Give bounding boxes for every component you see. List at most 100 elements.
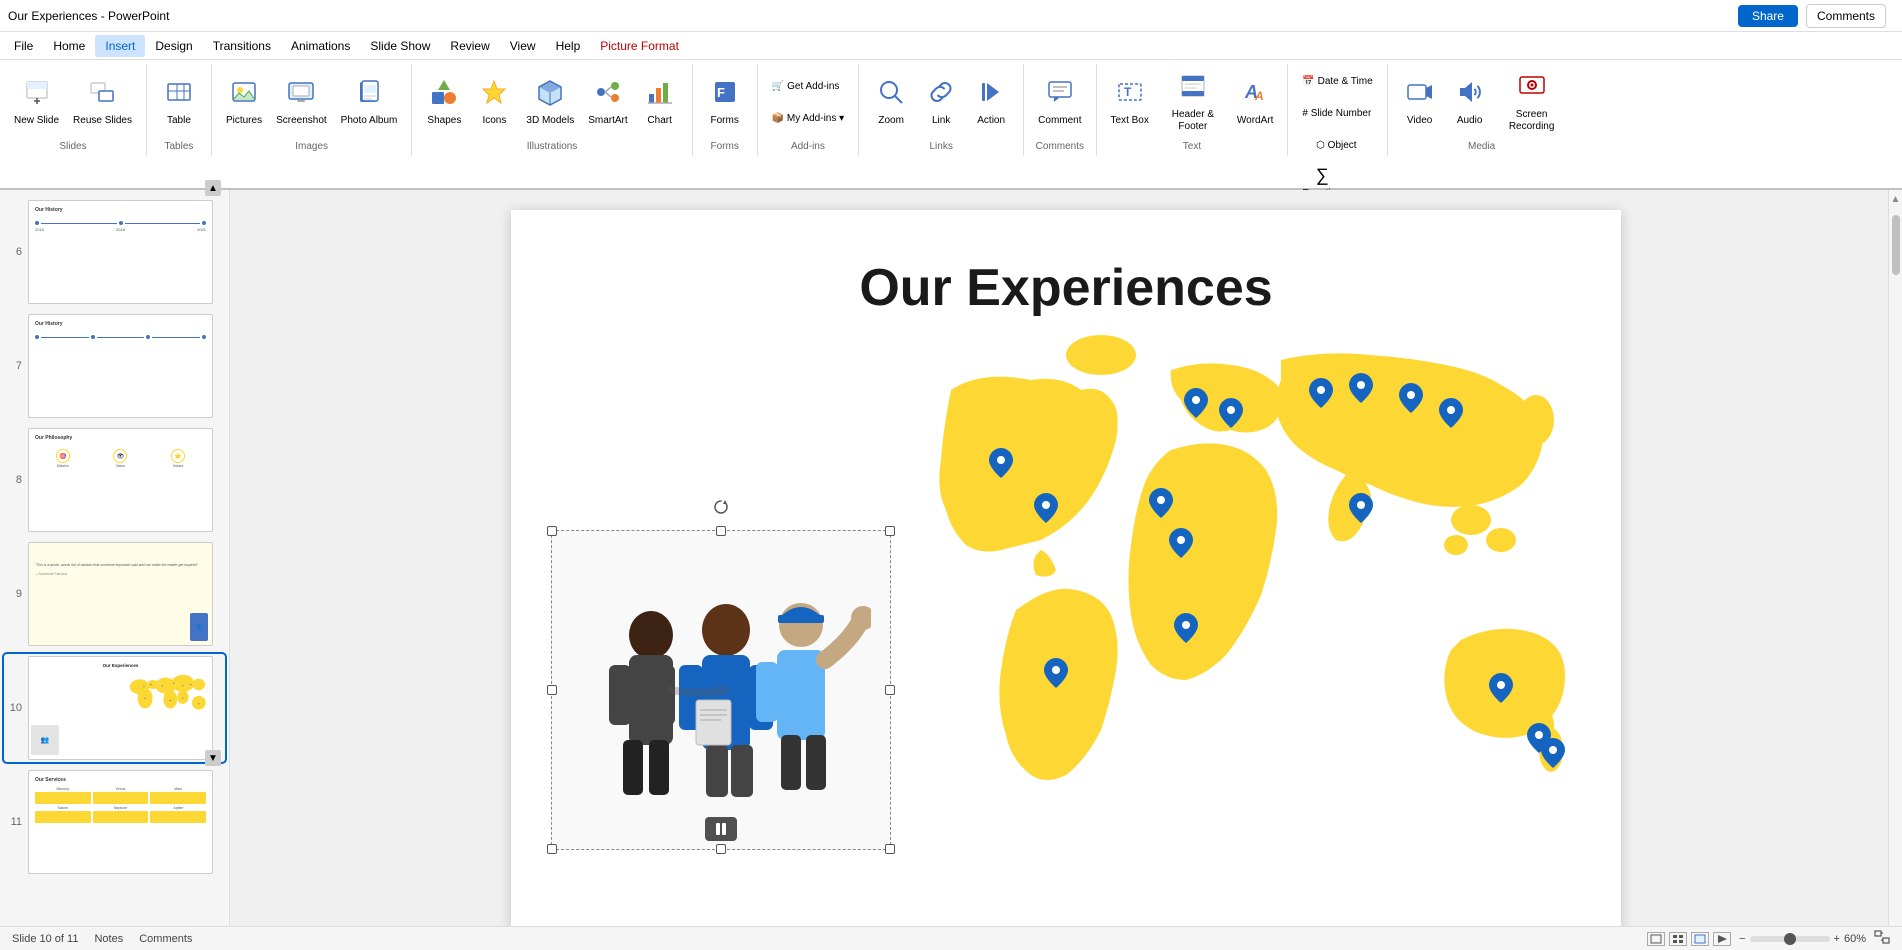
handle-br[interactable] bbox=[885, 844, 895, 854]
ribbon-group-comments-label: Comments bbox=[1032, 141, 1087, 154]
image-element[interactable] bbox=[551, 530, 891, 850]
scroll-up-arrow[interactable]: ▲ bbox=[1891, 194, 1901, 205]
slide-sorter-button[interactable] bbox=[1669, 932, 1687, 946]
get-addins-button[interactable]: 🛒 Get Add-ins bbox=[766, 72, 846, 102]
wordart-button[interactable]: AA WordArt bbox=[1231, 67, 1280, 139]
new-slide-button[interactable]: New Slide bbox=[8, 67, 65, 139]
fit-slide-button[interactable] bbox=[1874, 930, 1890, 947]
rotate-handle[interactable] bbox=[713, 499, 729, 515]
scroll-thumb[interactable] bbox=[1892, 215, 1900, 275]
slide-panel-scroll-down[interactable]: ▼ bbox=[205, 750, 221, 766]
forms-button[interactable]: F Forms bbox=[701, 67, 749, 139]
notes-button[interactable]: Notes bbox=[94, 933, 123, 945]
handle-tm[interactable] bbox=[716, 526, 726, 536]
slide-thumb-7[interactable]: 7 Our History bbox=[4, 312, 225, 420]
reuse-slides-label: Reuse Slides bbox=[73, 115, 132, 127]
table-icon bbox=[165, 78, 193, 111]
handle-tl[interactable] bbox=[547, 526, 557, 536]
action-icon bbox=[977, 78, 1005, 111]
icons-button[interactable]: Icons bbox=[470, 67, 518, 139]
ribbon-group-media-label: Media bbox=[1396, 141, 1568, 154]
slide-thumb-6[interactable]: 6 Our History 2015 2018 2021 bbox=[4, 198, 225, 306]
slideshow-view-button[interactable] bbox=[1713, 932, 1731, 946]
zoom-in-button[interactable]: + bbox=[1834, 933, 1840, 945]
menu-transitions[interactable]: Transitions bbox=[203, 35, 281, 57]
menu-file[interactable]: File bbox=[4, 35, 43, 57]
view-buttons bbox=[1647, 932, 1731, 946]
menu-home[interactable]: Home bbox=[43, 35, 95, 57]
zoom-slider[interactable] bbox=[1750, 936, 1830, 942]
handle-tr[interactable] bbox=[885, 526, 895, 536]
screenshot-button[interactable]: Screenshot bbox=[270, 67, 333, 139]
link-label: Link bbox=[932, 115, 950, 127]
video-button[interactable]: Video bbox=[1396, 67, 1444, 139]
normal-view-button[interactable] bbox=[1647, 932, 1665, 946]
handle-bm[interactable] bbox=[716, 844, 726, 854]
3d-models-icon bbox=[536, 78, 564, 111]
photo-album-button[interactable]: Photo Album bbox=[335, 67, 404, 139]
my-addins-label: 📦 My Add-ins ▾ bbox=[772, 113, 845, 124]
ribbon-group-addins: 🛒 Get Add-ins 📦 My Add-ins ▾ Add-ins bbox=[758, 64, 860, 156]
menu-slideshow[interactable]: Slide Show bbox=[360, 35, 440, 57]
wordart-label: WordArt bbox=[1237, 115, 1274, 127]
comments-status[interactable]: Comments bbox=[139, 933, 192, 945]
slide-thumb-9[interactable]: 9 "This is a quote, words full of wisdom… bbox=[4, 540, 225, 648]
3d-models-button[interactable]: 3D Models bbox=[520, 67, 580, 139]
handle-mr[interactable] bbox=[885, 685, 895, 695]
forms-icon: F bbox=[711, 78, 739, 111]
slide-img-7: Our History bbox=[28, 314, 213, 418]
action-button[interactable]: Action bbox=[967, 67, 1015, 139]
menu-insert[interactable]: Insert bbox=[95, 35, 145, 57]
pictures-button[interactable]: Pictures bbox=[220, 67, 268, 139]
svg-text:F: F bbox=[717, 85, 725, 100]
comment-button[interactable]: Comment bbox=[1032, 67, 1087, 139]
zoom-control: − + 60% bbox=[1739, 933, 1866, 945]
slide-info: Slide 10 of 11 bbox=[12, 933, 78, 945]
share-button[interactable]: Share bbox=[1738, 5, 1798, 27]
comment-label: Comment bbox=[1038, 115, 1081, 127]
menu-help[interactable]: Help bbox=[546, 35, 591, 57]
slide-number-button[interactable]: # Slide Number bbox=[1296, 98, 1377, 128]
audio-button[interactable]: Audio bbox=[1446, 67, 1494, 139]
slide-thumb-11[interactable]: 11 Our Services Mercury Venus Mars Satur… bbox=[4, 768, 225, 876]
title-bar: Our Experiences - PowerPoint Share Comme… bbox=[0, 0, 1902, 32]
ribbon-group-text-label: Text bbox=[1105, 141, 1280, 154]
comments-button[interactable]: Comments bbox=[1806, 4, 1886, 28]
zoom-out-button[interactable]: − bbox=[1739, 933, 1745, 945]
zoom-label: Zoom bbox=[878, 115, 904, 127]
slide-thumb-8[interactable]: 8 Our Philosophy 🎯 Mission 👁 Vision bbox=[4, 426, 225, 534]
menu-animations[interactable]: Animations bbox=[281, 35, 360, 57]
icons-icon bbox=[480, 78, 508, 111]
table-button[interactable]: Table bbox=[155, 67, 203, 139]
menu-view[interactable]: View bbox=[500, 35, 546, 57]
slide-number-label: # Slide Number bbox=[1302, 108, 1371, 119]
screen-recording-button[interactable]: Screen Recording bbox=[1496, 67, 1568, 139]
text-box-button[interactable]: T Text Box bbox=[1105, 67, 1155, 139]
ribbon-group-illustrations-label: Illustrations bbox=[420, 141, 683, 154]
photo-album-icon bbox=[355, 78, 383, 111]
chart-button[interactable]: Chart bbox=[636, 67, 684, 139]
audio-label: Audio bbox=[1457, 115, 1483, 127]
smartart-button[interactable]: SmartArt bbox=[582, 67, 633, 139]
header-footer-label: Header & Footer bbox=[1163, 109, 1223, 133]
handle-ml[interactable] bbox=[547, 685, 557, 695]
my-addins-button[interactable]: 📦 My Add-ins ▾ bbox=[766, 104, 851, 134]
date-time-button[interactable]: 📅 Date & Time bbox=[1296, 66, 1378, 96]
header-footer-button[interactable]: Header & Footer bbox=[1157, 67, 1229, 139]
zoom-slider-thumb[interactable] bbox=[1784, 933, 1796, 945]
slide-thumb-10[interactable]: 10 Our Experiences bbox=[4, 654, 225, 762]
menu-review[interactable]: Review bbox=[440, 35, 499, 57]
object-button[interactable]: ⬡ Object bbox=[1296, 130, 1376, 160]
smartart-icon bbox=[594, 78, 622, 111]
slide-panel-scroll-up[interactable]: ▲ bbox=[205, 180, 221, 196]
menu-design[interactable]: Design bbox=[145, 35, 202, 57]
shapes-label: Shapes bbox=[427, 115, 461, 127]
reuse-slides-button[interactable]: Reuse Slides bbox=[67, 67, 138, 139]
menu-picture-format[interactable]: Picture Format bbox=[590, 35, 689, 57]
get-addins-label: 🛒 Get Add-ins bbox=[772, 81, 839, 92]
link-button[interactable]: Link bbox=[917, 67, 965, 139]
zoom-button[interactable]: Zoom bbox=[867, 67, 915, 139]
shapes-button[interactable]: Shapes bbox=[420, 67, 468, 139]
reading-view-button[interactable] bbox=[1691, 932, 1709, 946]
handle-bl[interactable] bbox=[547, 844, 557, 854]
